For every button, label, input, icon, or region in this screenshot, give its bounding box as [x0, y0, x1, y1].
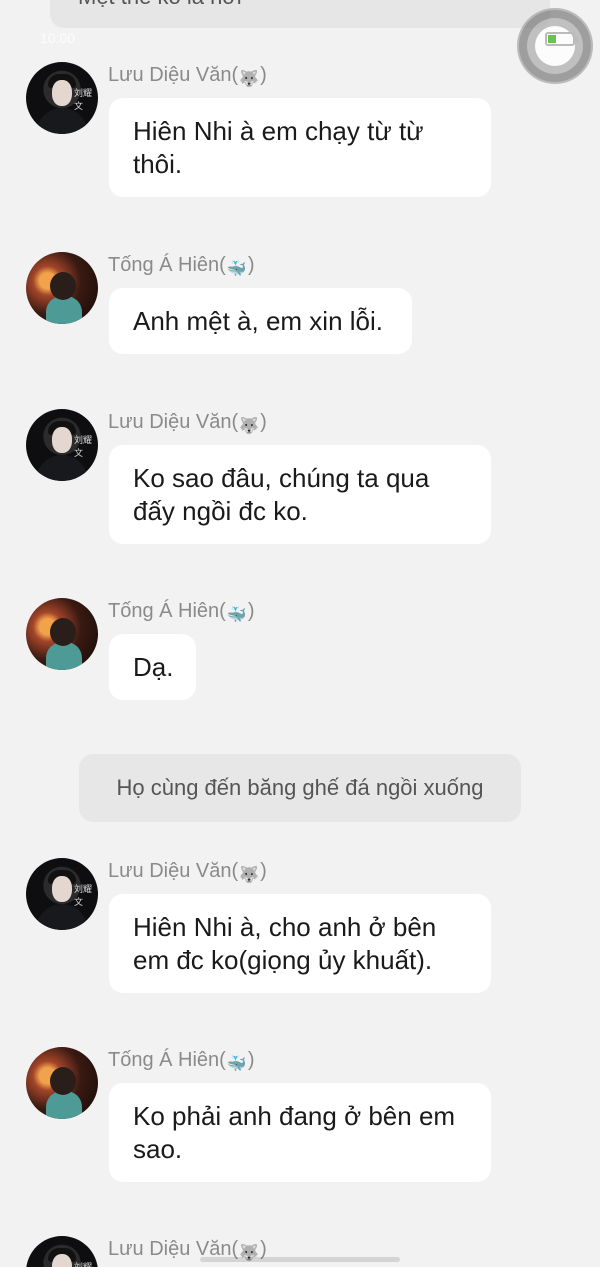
message-bubble[interactable]: Hiên Nhi à, cho anh ở bên em đc ko(giọng… [109, 894, 491, 993]
avatar[interactable] [26, 1047, 98, 1119]
assistive-touch-button[interactable] [517, 8, 593, 84]
message-bubble[interactable]: Dạ. [109, 634, 196, 700]
message-bubble[interactable]: Ko phải anh đang ở bên em sao. [109, 1083, 491, 1182]
avatar[interactable] [26, 252, 98, 324]
message-text: Hiên Nhi à em chạy từ từ thôi. [133, 116, 424, 179]
battery-icon [545, 32, 578, 46]
avatar[interactable] [26, 598, 98, 670]
sender-name: Tống Á Hiên(🐳) [108, 254, 255, 278]
message-bubble[interactable]: Hiên Nhi à em chạy từ từ thôi. [109, 98, 491, 197]
avatar-tag: 刘耀文 [74, 88, 93, 111]
wolf-icon: 🐺 [239, 418, 260, 435]
avatar[interactable]: 刘耀文 [26, 1236, 98, 1267]
whale-icon: 🐳 [226, 607, 247, 624]
message-text: Hiên Nhi à, cho anh ở bên em đc ko(giọng… [133, 912, 437, 975]
message-text: Ko sao đâu, chúng ta qua đấy ngồi đc ko. [133, 463, 430, 526]
wolf-icon: 🐺 [239, 867, 260, 884]
sender-name: Lưu Diệu Văn(🐺) [108, 64, 267, 88]
sender-name: Tống Á Hiên(🐳) [108, 1049, 255, 1073]
avatar[interactable]: 刘耀文 [26, 62, 98, 134]
wolf-icon: 🐺 [239, 71, 260, 88]
avatar[interactable]: 刘耀文 [26, 858, 98, 930]
chat-screen: Mệt thế ko lá hơi 10:00 刘耀文 Lưu Diệu Văn… [0, 0, 600, 1267]
avatar-tag: 刘耀文 [74, 435, 93, 458]
narration-text: Mệt thế ko lá hơi [78, 0, 242, 9]
message-bubble[interactable]: Ko sao đâu, chúng ta qua đấy ngồi đc ko. [109, 445, 491, 544]
narration-text: Họ cùng đến băng ghế đá ngồi xuống [116, 775, 484, 800]
message-text: Ko phải anh đang ở bên em sao. [133, 1101, 456, 1164]
home-indicator[interactable] [200, 1257, 400, 1262]
status-bar: 10:00 [0, 24, 600, 54]
avatar-tag: 刘耀文 [74, 1262, 93, 1267]
sender-name: Lưu Diệu Văn(🐺) [108, 411, 267, 435]
avatar[interactable]: 刘耀文 [26, 409, 98, 481]
whale-icon: 🐳 [226, 1056, 247, 1073]
sender-name: Tống Á Hiên(🐳) [108, 600, 255, 624]
sender-name: Lưu Diệu Văn(🐺) [108, 860, 267, 884]
message-bubble[interactable]: Anh mệt à, em xin lỗi. [109, 288, 412, 354]
message-text: Dạ. [133, 652, 174, 682]
whale-icon: 🐳 [226, 261, 247, 278]
avatar-tag: 刘耀文 [74, 884, 93, 907]
message-text: Anh mệt à, em xin lỗi. [133, 306, 383, 336]
status-time: 10:00 [40, 30, 76, 46]
narration-bubble: Họ cùng đến băng ghế đá ngồi xuống [79, 754, 521, 822]
